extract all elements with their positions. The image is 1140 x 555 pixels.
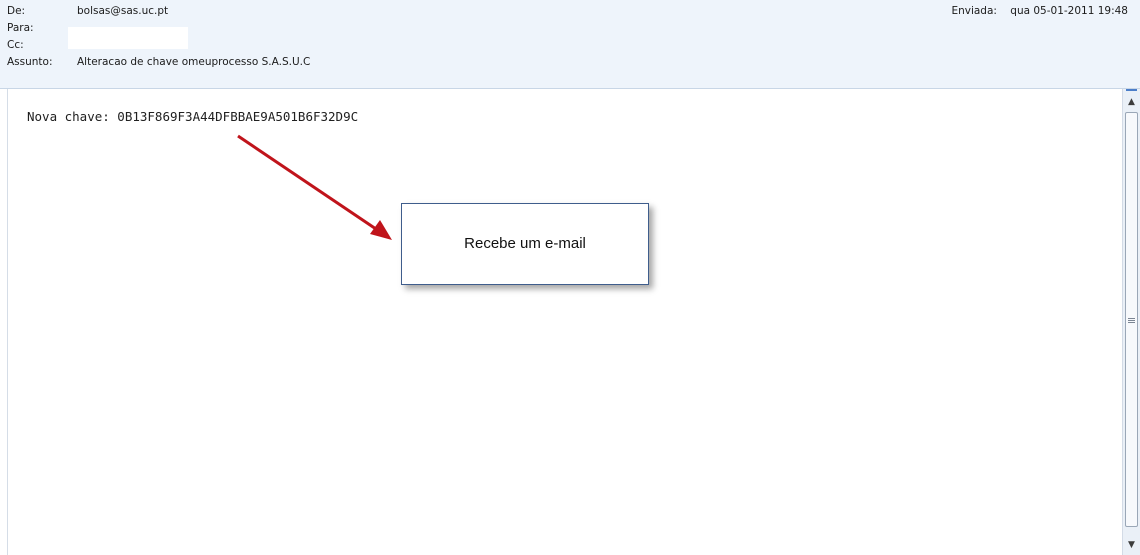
callout-text: Recebe um e-mail: [464, 235, 586, 252]
arrow-shaft: [237, 134, 377, 231]
arrow-head: [370, 220, 392, 240]
callout-box: Recebe um e-mail: [401, 203, 649, 285]
